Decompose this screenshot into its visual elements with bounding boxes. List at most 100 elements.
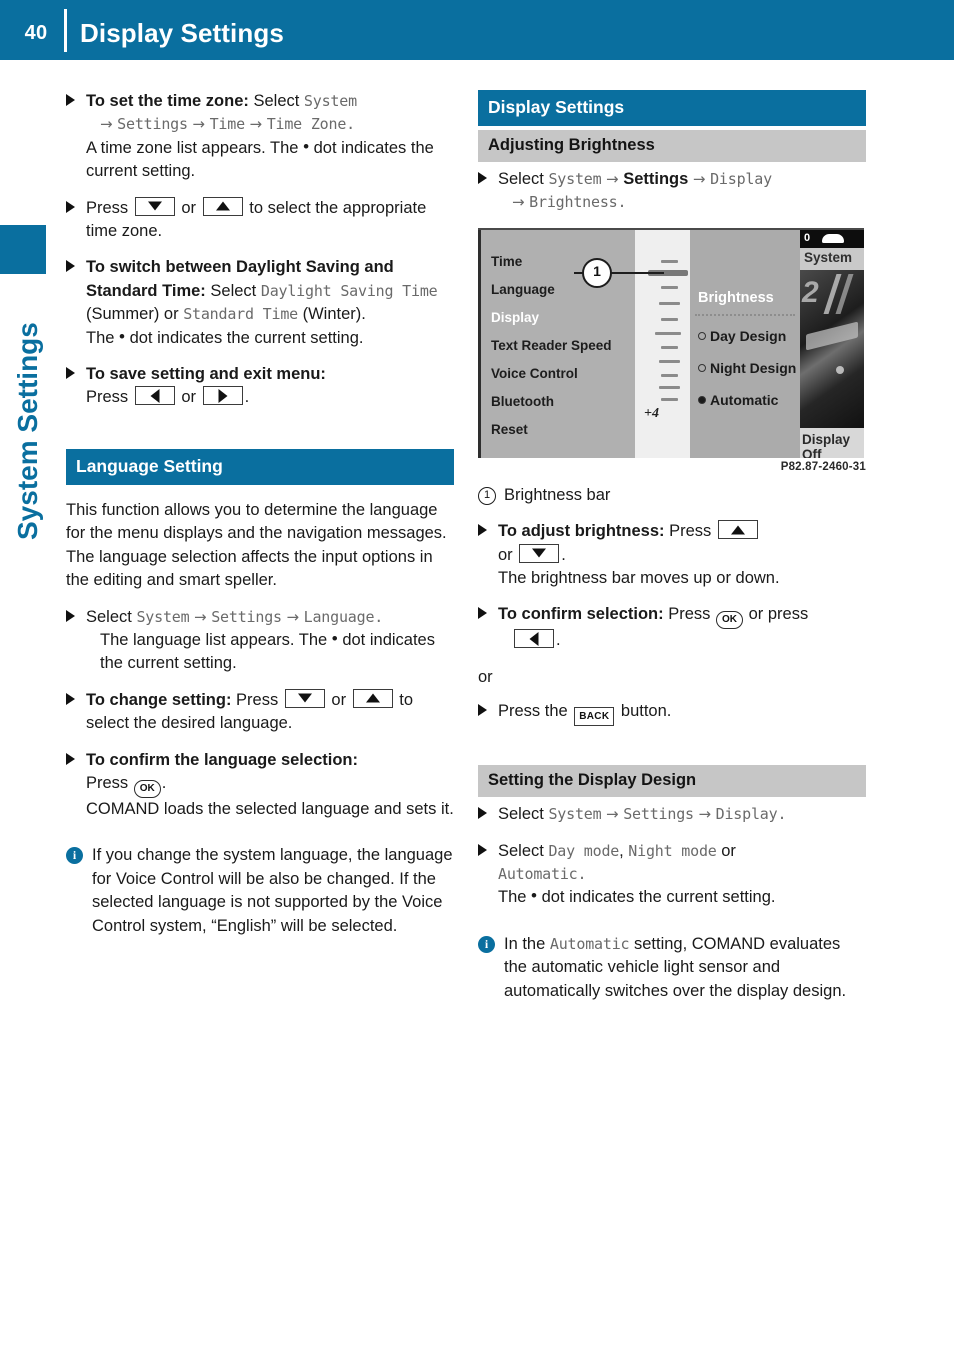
down-arrow-key[interactable] [134,196,175,216]
up-arrow-key[interactable] [717,520,758,540]
triangle-bullet-icon [478,807,487,820]
triangle-bullet-icon [66,260,75,273]
menu-token: Standard Time [183,305,298,324]
item-text: Select [498,841,544,860]
item-text: Press [86,773,129,792]
radio-selected-icon [698,395,706,404]
item-subtext: The brightness bar moves up or down. [498,569,780,588]
menu-token: System [548,170,602,188]
bullet-dot-icon: • [331,628,338,648]
bullet-dot-icon: • [119,326,125,346]
item-text: Select [498,805,544,824]
figure-menu-item: Reset [491,421,528,437]
ok-key[interactable]: OK [716,611,744,630]
section-heading-language-setting: Language Setting [66,448,454,485]
item-tail: . [161,773,167,792]
item-tail: . [617,193,627,212]
item-text: or [181,388,197,407]
list-item: Press or to select the appropriate time … [66,196,454,244]
ok-key[interactable]: OK [133,779,161,798]
legend-number: 1 [478,486,496,505]
figure-brightness-slot: +4 [635,229,690,458]
item-text: Press the [498,702,568,721]
figure-option-day-design: Day Design [698,328,786,344]
menu-token: Time Zone [266,115,347,134]
left-arrow-key[interactable] [134,386,175,406]
item-subtext: The [86,328,115,347]
phone-icon [822,233,844,243]
item-lead: To confirm the language selection: [86,750,358,769]
triangle-bullet-icon [66,609,75,622]
list-item: To switch between Daylight Saving and St… [66,256,454,350]
arrow-icon: → [192,115,205,134]
menu-token: System [303,92,357,110]
down-arrow-key[interactable] [284,688,325,708]
or-connector: or [478,667,493,686]
item-subtext: dot [342,630,366,649]
menu-token: Brightness [529,193,618,212]
arrow-icon: → [194,607,207,626]
item-text: Press [236,690,279,709]
page-number: 40 [24,22,48,44]
right-arrow-key[interactable] [202,386,243,406]
list-item: To set the time zone: Select System → Se… [66,90,454,184]
list-item: To save setting and exit menu: Press or … [66,363,454,410]
figure-caption-code: P82.87-2460-31 [780,460,866,473]
left-column: To set the time zone: Select System → Se… [66,90,454,951]
page-title: Display Settings [80,18,284,48]
bullet-dot-icon: • [531,886,537,906]
item-text: or [721,841,736,860]
list-item: To change setting: Press or to select th… [66,688,454,736]
chapter-tab-label: System Settings [12,322,43,540]
figure-photo-number: 2 [802,275,819,309]
triangle-bullet-icon [478,607,487,620]
radio-icon [698,331,706,340]
menu-token: Automatic [498,865,578,884]
triangle-bullet-icon [66,692,75,705]
figure-status-text: 0 [804,231,811,244]
item-text: Select [86,607,132,626]
figure-panel-heading: Brightness [698,289,774,306]
arrow-icon: → [249,115,263,134]
sub-heading-setting-display-design: Setting the Display Design [478,765,866,798]
note-text: In the [504,934,546,953]
arrow-icon: → [606,805,619,824]
menu-token: Settings [211,607,282,626]
list-item: Select System → Settings → Display. [478,803,866,826]
figure-far-bottom: Display Off [800,427,864,458]
down-arrow-key[interactable] [519,543,560,563]
item-tail: . [577,865,587,884]
arrow-icon: → [512,193,525,212]
item-subtext: The [498,888,527,907]
figure-image: Time Language Display Text Reader Speed … [478,227,864,458]
up-arrow-key[interactable] [202,196,243,216]
item-subtext: dot indicates the current setting. [129,328,364,347]
arrow-icon: → [692,170,706,188]
figure-menu-item: Text Reader Speed [491,337,612,353]
back-key[interactable]: BACK [574,707,615,727]
arrow-icon: → [100,115,113,134]
triangle-bullet-icon [478,704,487,717]
figure-menu-item: Language [491,281,555,297]
list-item: Select Day mode, Night mode or Automatic… [478,840,866,910]
triangle-bullet-icon [478,524,487,537]
item-subtext: A time zone list appears. The [86,138,299,157]
item-subtext: The language list appears. The [100,630,328,649]
up-arrow-key[interactable] [352,688,393,708]
item-lead: To save setting and exit menu: [86,365,326,384]
intro-paragraph: This function allows you to determine th… [66,500,447,590]
left-arrow-key[interactable] [514,629,554,649]
menu-token-bold: Settings [623,170,689,188]
figure-options-pane: Brightness Day Design Night Design Autom… [690,229,800,458]
radio-icon [698,363,706,372]
section-heading-display-settings: Display Settings [478,90,866,126]
item-text: (Summer) or [86,305,179,324]
brightness-offset-value: +4 [644,405,659,421]
list-item: To adjust brightness: Press or . The bri… [478,520,866,590]
menu-token: System [548,805,602,824]
figure-panel-divider [695,313,795,316]
item-text: Press [668,605,711,624]
triangle-bullet-icon [66,200,75,213]
note-text: If you change the system language, the l… [92,846,453,935]
figure-legend: 1 Brightness bar [478,484,866,507]
